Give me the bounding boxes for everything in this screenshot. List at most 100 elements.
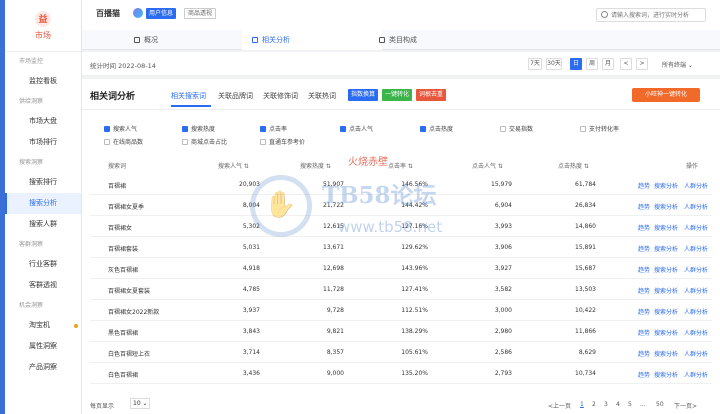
trend-link[interactable]: 趋势 (638, 307, 650, 316)
range-week-button[interactable]: 周 (586, 58, 598, 70)
ctr-cell: 112.51% (401, 307, 428, 314)
range-day-button[interactable]: 日 (570, 58, 582, 70)
search-analysis-link[interactable]: 搜索分析 (654, 286, 678, 295)
user-info-tag[interactable]: 用户信息 (146, 8, 177, 19)
sidebar-logo[interactable]: 益 市场 (5, 0, 81, 52)
range-month-button[interactable]: 月 (602, 58, 614, 70)
per-page-select[interactable]: 10 ⌄ (130, 398, 150, 409)
filter-search-heat[interactable]: 搜索热度 (182, 126, 215, 134)
sidebar-item-search-ranking[interactable]: 搜索排行 (5, 172, 81, 193)
filter-online-products[interactable]: 在线商品数 (104, 139, 143, 147)
filter-click-heat[interactable]: 点击热度 (420, 126, 453, 134)
click-heat-cell: 13,503 (575, 286, 596, 293)
prev-page-button[interactable]: <上一页 (548, 401, 571, 410)
column-header-search-popularity[interactable]: 搜索人气 ⇅ (218, 161, 249, 170)
subtab-modifier-words[interactable]: 关联修饰词 (263, 91, 298, 101)
search-analysis-link[interactable]: 搜索分析 (654, 265, 678, 274)
range-7d-button[interactable]: 7天 (528, 58, 542, 70)
page-5-button[interactable]: 5 (628, 401, 632, 408)
sidebar-item-crowd-insight[interactable]: 客群透视 (5, 275, 81, 296)
click-popularity-cell: 2,793 (494, 370, 512, 377)
one-click-convert-button[interactable]: 一键转化 (382, 89, 413, 101)
checkbox-icon (182, 139, 188, 145)
filter-tmall-click-share[interactable]: 商城点击占比 (182, 139, 227, 147)
filter-ctr[interactable]: 点击率 (260, 126, 287, 134)
search-input[interactable] (611, 9, 705, 21)
trend-link[interactable]: 趋势 (638, 202, 650, 211)
crowd-analysis-link[interactable]: 人群分析 (684, 181, 708, 190)
search-analysis-link[interactable]: 搜索分析 (654, 328, 678, 337)
sidebar-item-attribute-insight[interactable]: 属性洞察 (5, 336, 81, 357)
root-dedupe-button[interactable]: 词根去重 (416, 89, 447, 101)
filter-ztc-price[interactable]: 直通车参考价 (260, 139, 305, 147)
search-heat-cell: 9,821 (326, 328, 344, 335)
crowd-analysis-link[interactable]: 人群分析 (684, 349, 708, 358)
sidebar-item-opportunity[interactable]: 淘宝机 (5, 315, 81, 336)
subtab-related-search[interactable]: 相关搜索词 (171, 91, 206, 101)
terminal-select[interactable]: 所有终端 ⌄ (662, 60, 693, 69)
trend-link[interactable]: 趋势 (638, 349, 650, 358)
trend-link[interactable]: 趋势 (638, 328, 650, 337)
search-analysis-link[interactable]: 搜索分析 (654, 181, 678, 190)
sidebar-item-monitor-board[interactable]: 监控看板 (5, 71, 81, 92)
search-analysis-link[interactable]: 搜索分析 (654, 223, 678, 232)
trend-link[interactable]: 趋势 (638, 244, 650, 253)
search-analysis-link[interactable]: 搜索分析 (654, 349, 678, 358)
trend-link[interactable]: 趋势 (638, 286, 650, 295)
search-analysis-link[interactable]: 搜索分析 (654, 307, 678, 316)
crowd-analysis-link[interactable]: 人群分析 (684, 244, 708, 253)
column-header-click-popularity[interactable]: 点击人气 ⇅ (472, 161, 503, 170)
xiaowangshen-convert-button[interactable]: 小旺神一键转化 (632, 88, 700, 102)
sidebar-item-industry-crowd[interactable]: 行业客群 (5, 254, 81, 275)
tab-related-analysis[interactable]: 相关分析 (242, 30, 382, 50)
page-50-button[interactable]: 50 (656, 401, 664, 408)
sidebar-item-search-crowd[interactable]: 搜索人群 (5, 214, 81, 235)
filter-trade-index[interactable]: 交易指数 (500, 126, 533, 134)
search-analysis-link[interactable]: 搜索分析 (654, 244, 678, 253)
page-3-button[interactable]: 3 (604, 401, 608, 408)
trend-link[interactable]: 趋势 (638, 370, 650, 379)
crowd-analysis-link[interactable]: 人群分析 (684, 328, 708, 337)
search-heat-cell: 13,671 (323, 244, 344, 251)
table-row: 黑色百褶裙 3,843 9,821 138.29% 2,980 11,866 趋… (90, 322, 712, 342)
tab-overview[interactable]: 概况 (132, 30, 212, 50)
search-popularity-cell: 3,843 (242, 328, 260, 335)
page-1-button[interactable]: 1 (580, 401, 584, 408)
sidebar-item-search-analysis[interactable]: 搜索分析 (5, 193, 81, 214)
index-convert-button[interactable]: 指数换算 (348, 89, 379, 101)
crowd-analysis-link[interactable]: 人群分析 (684, 286, 708, 295)
tab-category-composition[interactable]: 类目构成 (377, 30, 467, 50)
tab-label: 相关分析 (262, 36, 290, 44)
crowd-analysis-link[interactable]: 人群分析 (684, 265, 708, 274)
next-page-button[interactable]: 下一页> (674, 401, 697, 410)
sidebar-item-market-ranking[interactable]: 市场排行 (5, 132, 81, 153)
crowd-analysis-link[interactable]: 人群分析 (684, 307, 708, 316)
search-analysis-link[interactable]: 搜索分析 (654, 370, 678, 379)
subtab-hot-words[interactable]: 关联热词 (308, 91, 336, 101)
page-4-button[interactable]: 4 (616, 401, 620, 408)
click-popularity-cell: 3,906 (494, 244, 512, 251)
column-header-click-heat[interactable]: 点击热度 ⇅ (558, 161, 589, 170)
next-date-button[interactable]: > (636, 58, 648, 70)
trend-link[interactable]: 趋势 (638, 223, 650, 232)
filter-search-popularity[interactable]: 搜索人气 (104, 126, 137, 134)
trend-link[interactable]: 趋势 (638, 265, 650, 274)
filter-pay-conversion[interactable]: 支付转化率 (580, 126, 619, 134)
trend-link[interactable]: 趋势 (638, 181, 650, 190)
sidebar-item-product-insight[interactable]: 产品洞察 (5, 357, 81, 378)
range-30d-button[interactable]: 30天 (546, 58, 562, 70)
crowd-analysis-link[interactable]: 人群分析 (684, 370, 708, 379)
filter-click-popularity[interactable]: 点击人气 (340, 126, 373, 134)
column-header-search-heat[interactable]: 搜索热度 ⇅ (300, 161, 331, 170)
sidebar-item-market-overview[interactable]: 市场大盘 (5, 111, 81, 132)
click-heat-cell: 11,866 (575, 328, 596, 335)
search-analysis-link[interactable]: 搜索分析 (654, 202, 678, 211)
subtab-brand-words[interactable]: 关联品牌词 (218, 91, 253, 101)
prev-date-button[interactable]: < (620, 58, 632, 70)
store-view-tag[interactable]: 商品透视 (184, 8, 217, 19)
crowd-analysis-link[interactable]: 人群分析 (684, 202, 708, 211)
table-row: 白色百褶裙 3,436 9,000 135.20% 2,793 10,734 趋… (90, 364, 712, 384)
crowd-analysis-link[interactable]: 人群分析 (684, 223, 708, 232)
column-header-ctr[interactable]: 点击率 ⇅ (388, 161, 413, 170)
page-2-button[interactable]: 2 (592, 401, 596, 408)
